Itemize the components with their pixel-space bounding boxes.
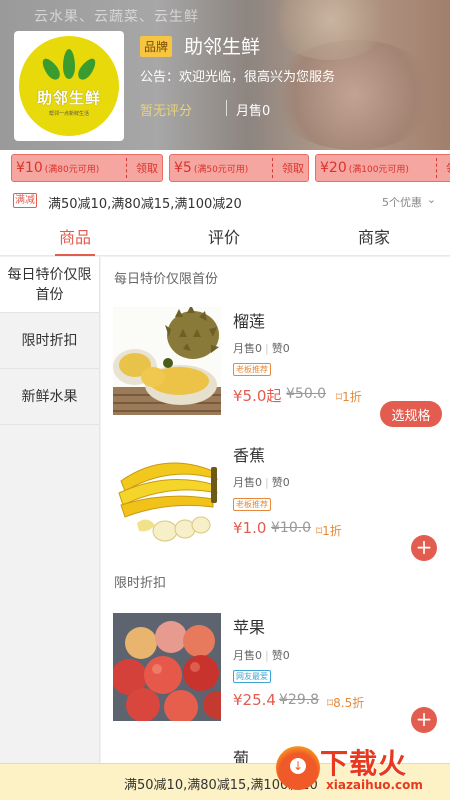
tab-merchant[interactable]: 商家 [358, 224, 390, 248]
product-tag: 网友最爱 [233, 670, 271, 683]
sidebar-item-fresh-fruit[interactable]: 新鲜水果 [0, 369, 99, 425]
product-stats: 月售0 | 赞0 [233, 476, 290, 489]
product-sales: 月售0 [233, 649, 262, 662]
coupon-amount: ¥5 [174, 160, 192, 176]
store-name: 助邻生鲜 [184, 36, 261, 58]
product-stats: 月售0 | 赞0 [233, 342, 290, 355]
product-sales: 月售0 [233, 342, 262, 355]
tab-bar: 商品 评价 商家 [0, 212, 450, 256]
coupon-claim-button[interactable]: 领取 [446, 160, 450, 176]
product-sales: 月售0 [233, 476, 262, 489]
logo-title: 助邻生鲜 [36, 89, 101, 107]
product-original-price: ¥29.8 [279, 692, 320, 708]
category-sidebar: 每日特价仅限首份 限时折扣 新鲜水果 [0, 257, 100, 800]
product-image[interactable] [113, 441, 221, 549]
product-likes: 赞0 [271, 649, 290, 662]
promo-text: 满50减10,满80减15,满100减20 [48, 197, 242, 212]
store-logo: 助邻生鲜 帮邻一点新鲜生活 [14, 31, 124, 141]
header-background-blur [270, 40, 440, 150]
promo-row[interactable]: 满减 满50减10,满80减15,满100减20 5个优惠 ⌄ [0, 190, 450, 212]
product-tag: 老板推荐 [233, 498, 271, 511]
product-original-price: ¥10.0 [271, 520, 312, 536]
add-to-cart-button[interactable]: + [411, 707, 437, 733]
product-price: ¥1.0 [233, 519, 267, 537]
coupon-amount: ¥10 [16, 160, 43, 176]
product-price: ¥5.0起 [233, 387, 282, 405]
product-discount: ⌑1折 [316, 524, 342, 538]
logo-subtitle: 帮邻一点新鲜生活 [48, 111, 89, 117]
product-original-price: ¥50.0 [286, 386, 327, 402]
promo-count: 5个优惠 [382, 196, 422, 209]
product-image[interactable] [113, 613, 221, 721]
coupon-condition: (满50元可用) [193, 164, 249, 175]
coupon-claim-button[interactable]: 领取 [282, 160, 304, 176]
brand-badge: 品牌 [140, 36, 173, 57]
product-discount: ⌑8.5折 [327, 696, 365, 710]
monthly-sales: 月售0 [236, 104, 271, 119]
coupon-condition: (满100元可用) [348, 164, 409, 175]
product-tag: 老板推荐 [233, 363, 271, 376]
header-divider [226, 100, 227, 116]
leaf-icon [39, 49, 99, 83]
coupon-condition: (满80元可用) [44, 164, 100, 175]
logo-badge: 助邻生鲜 帮邻一点新鲜生活 [19, 36, 119, 136]
download-icon: ↓ [290, 758, 306, 774]
tab-active-indicator [55, 254, 95, 256]
product-stats: 月售0 | 赞0 [233, 649, 290, 662]
sidebar-item-limited-discount[interactable]: 限时折扣 [0, 313, 99, 369]
product-price: ¥25.4 [233, 691, 276, 709]
product-name[interactable]: 苹果 [233, 614, 265, 638]
product-likes: 赞0 [271, 342, 290, 355]
coupon[interactable]: ¥10 (满80元可用) 领取 [11, 154, 163, 182]
coupon-bar: ¥10 (满80元可用) 领取 ¥5 (满50元可用) 领取 ¥20 (满100… [0, 150, 450, 190]
product-name[interactable]: 香蕉 [233, 442, 265, 466]
tab-products[interactable]: 商品 [59, 224, 91, 248]
coupon[interactable]: ¥20 (满100元可用) 领取 [315, 154, 450, 182]
product-image[interactable] [113, 307, 221, 415]
header-blur-text: 云水果、云蔬菜、云生鲜 [34, 9, 199, 25]
sidebar-item-daily-special[interactable]: 每日特价仅限首份 [0, 257, 99, 313]
product-list: 每日特价仅限首份 榴莲 月售0 | 赞0 老板推荐 ¥5.0起 ¥50.0 ⌑1折 … [101, 257, 450, 800]
promo-tag: 满减 [13, 193, 37, 208]
product-name[interactable]: 榴莲 [233, 308, 265, 332]
coupon-claim-button[interactable]: 领取 [136, 160, 158, 176]
chevron-down-icon: ⌄ [426, 193, 436, 206]
tab-reviews[interactable]: 评价 [208, 224, 240, 248]
add-to-cart-button[interactable]: + [411, 535, 437, 561]
section-title: 每日特价仅限首份 [114, 272, 219, 287]
store-rating: 暂无评分 [140, 104, 193, 119]
flame-icon: ↓ [276, 746, 320, 790]
select-spec-button[interactable]: 选规格 [380, 401, 442, 427]
store-notice[interactable]: 公告：欢迎光临，很高兴为您服务 [140, 66, 335, 85]
coupon[interactable]: ¥5 (满50元可用) 领取 [169, 154, 309, 182]
product-likes: 赞0 [271, 476, 290, 489]
watermark-text: 下载火 [320, 747, 408, 780]
coupon-amount: ¥20 [320, 160, 347, 176]
watermark-subtext: xiazaihuo.com [326, 778, 423, 792]
store-header: 云水果、云蔬菜、云生鲜 助邻生鲜 帮邻一点新鲜生活 品牌 助邻生鲜 公告：欢迎光… [0, 0, 450, 150]
product-discount: ⌑1折 [336, 390, 362, 404]
section-title: 限时折扣 [114, 576, 167, 591]
watermark-logo: ↓ 下载火 xiazaihuo.com [262, 740, 450, 800]
